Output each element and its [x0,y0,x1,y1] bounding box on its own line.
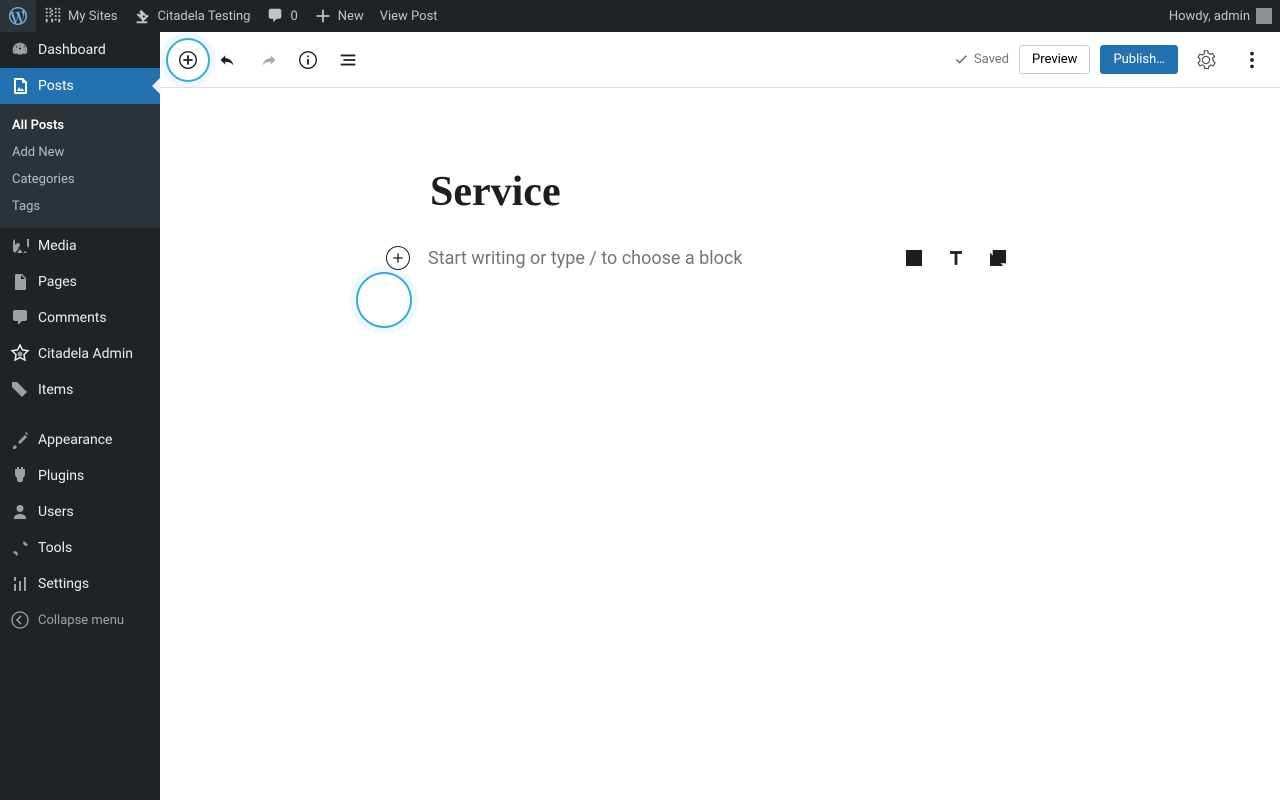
sidebar-item-settings[interactable]: Settings [0,566,160,602]
pages-label: Pages [38,274,77,290]
sidebar-item-posts[interactable]: Posts [0,68,160,104]
collapse-label: Collapse menu [38,613,124,628]
sidebar-item-comments[interactable]: Comments [0,300,160,336]
plugins-label: Plugins [38,468,84,484]
my-sites-link[interactable]: My Sites [36,0,125,32]
sidebar-item-items[interactable]: Items [0,372,160,408]
sidebar-item-pages[interactable]: Pages [0,264,160,300]
info-button[interactable] [290,42,326,78]
sidebar-item-media[interactable]: Media [0,228,160,264]
appearance-label: Appearance [38,432,112,448]
submenu-all-posts[interactable]: All Posts [0,112,160,139]
outline-button[interactable] [330,42,366,78]
howdy-link[interactable]: Howdy, admin [1161,0,1280,32]
view-post-link[interactable]: View Post [372,0,446,32]
gallery-block-icon[interactable] [986,246,1010,270]
post-title[interactable]: Service [430,168,1010,216]
site-name-label: Citadela Testing [157,9,250,24]
wp-logo[interactable] [0,0,36,32]
settings-label: Settings [38,576,89,592]
new-label: New [338,9,364,24]
tools-label: Tools [38,540,72,556]
avatar [1256,8,1272,24]
items-label: Items [38,382,73,398]
collapse-menu[interactable]: Collapse menu [0,602,160,638]
submenu-tags[interactable]: Tags [0,193,160,220]
admin-sidebar: Dashboard Posts All Posts Add New Catego… [0,32,160,800]
default-block[interactable]: Start writing or type / to choose a bloc… [430,246,1010,270]
my-sites-label: My Sites [68,9,117,24]
citadela-label: Citadela Admin [38,346,133,362]
block-placeholder: Start writing or type / to choose a bloc… [428,248,742,269]
preview-button[interactable]: Preview [1019,45,1090,74]
comments-link[interactable]: 0 [258,0,305,32]
howdy-label: Howdy, admin [1169,9,1250,24]
comments-label: Comments [38,310,107,326]
posts-label: Posts [38,78,74,94]
saved-indicator: Saved [952,51,1009,69]
sidebar-item-appearance[interactable]: Appearance [0,422,160,458]
new-link[interactable]: New [306,0,372,32]
more-menu-button[interactable] [1234,42,1270,78]
site-name-link[interactable]: Citadela Testing [125,0,258,32]
sidebar-item-dashboard[interactable]: Dashboard [0,32,160,68]
users-label: Users [38,504,74,520]
saved-label: Saved [974,52,1009,67]
publish-button[interactable]: Publish… [1100,45,1178,74]
sidebar-item-citadela[interactable]: Citadela Admin [0,336,160,372]
block-editor: Saved Preview Publish… Service Start wri… [160,32,1280,800]
image-block-icon[interactable] [902,246,926,270]
dashboard-label: Dashboard [38,42,106,58]
comments-count: 0 [290,9,297,24]
sidebar-item-tools[interactable]: Tools [0,530,160,566]
sidebar-item-users[interactable]: Users [0,494,160,530]
add-block-toolbar-button[interactable] [170,42,206,78]
redo-button[interactable] [250,42,286,78]
submenu-categories[interactable]: Categories [0,166,160,193]
view-post-label: View Post [380,9,438,24]
undo-button[interactable] [210,42,246,78]
wp-adminbar: My Sites Citadela Testing 0 New View Pos… [0,0,1280,32]
editor-toolbar: Saved Preview Publish… [160,32,1280,88]
submenu-add-new[interactable]: Add New [0,139,160,166]
media-label: Media [38,238,77,254]
settings-gear-button[interactable] [1188,42,1224,78]
heading-block-icon[interactable] [944,246,968,270]
sidebar-item-plugins[interactable]: Plugins [0,458,160,494]
posts-submenu: All Posts Add New Categories Tags [0,104,160,228]
inline-add-block-button[interactable] [386,246,410,270]
editor-canvas[interactable]: Service Start writing or type / to choos… [160,88,1280,270]
